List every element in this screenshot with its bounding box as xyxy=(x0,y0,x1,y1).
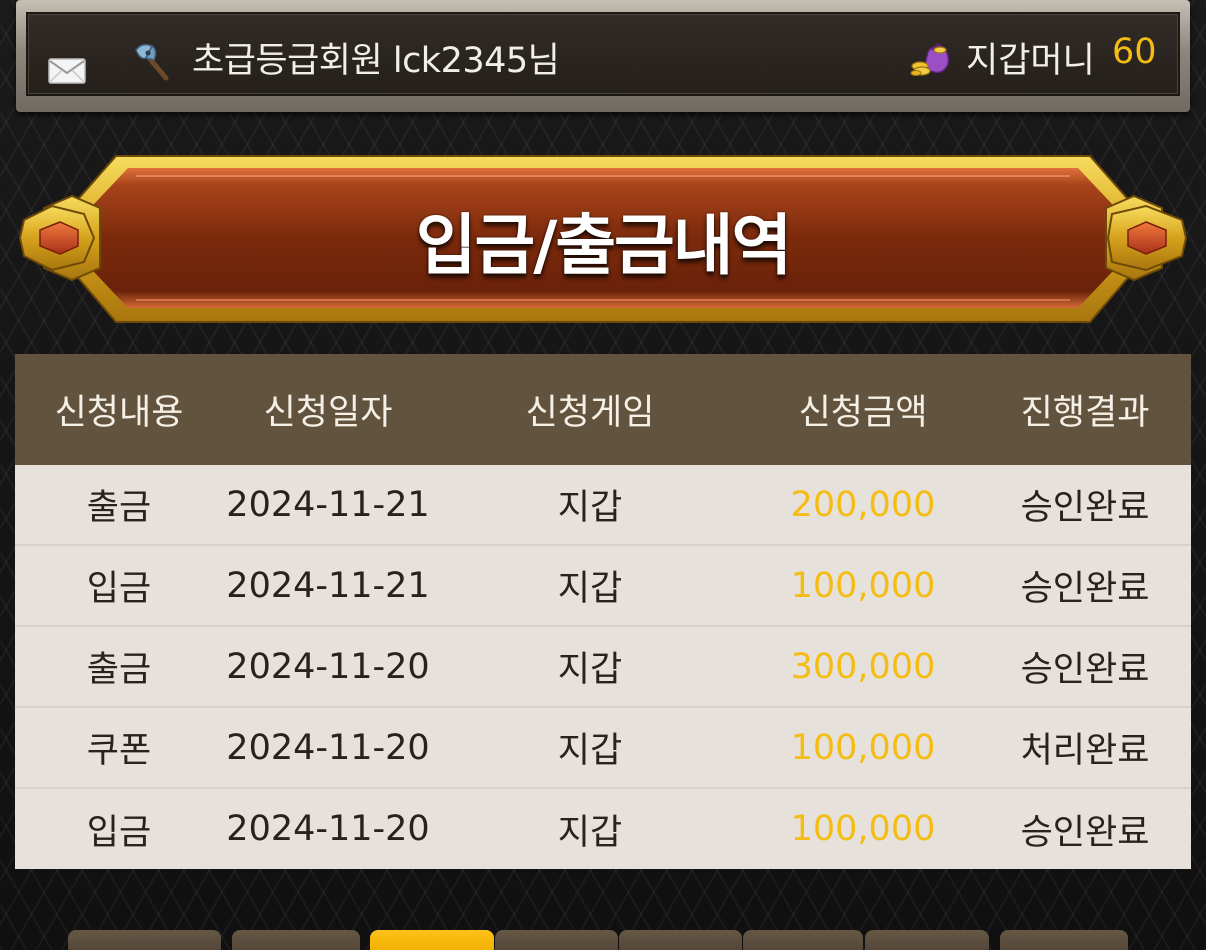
cell-date: 2024-11-21 xyxy=(226,484,430,525)
cell-type: 출금 xyxy=(86,650,152,690)
table-row: 입금 2024-11-21 지갑 100,000 승인완료 xyxy=(15,546,1191,627)
cell-status: 처리완료 xyxy=(1020,731,1150,771)
history-table: 신청내용 신청일자 신청게임 신청금액 진행결과 출금 2024-11-21 지… xyxy=(15,354,1191,869)
column-header-type: 신청내용 xyxy=(54,393,184,433)
cell-type: 입금 xyxy=(86,569,152,609)
page-button[interactable] xyxy=(865,930,989,950)
coin-pouch-icon xyxy=(910,42,950,76)
user-id: lck2345님 xyxy=(392,41,560,81)
cell-date: 2024-11-20 xyxy=(226,646,430,687)
column-header-date: 신청일자 xyxy=(263,393,393,433)
table-header: 신청내용 신청일자 신청게임 신청금액 진행결과 xyxy=(15,354,1191,465)
page-button[interactable] xyxy=(743,930,863,950)
cell-game: 지갑 xyxy=(557,812,623,853)
mail-icon[interactable] xyxy=(48,58,86,84)
cell-game: 지갑 xyxy=(557,569,623,609)
pagination xyxy=(0,930,1206,950)
page-button[interactable] xyxy=(232,930,360,950)
table-row: 입금 2024-11-20 지갑 100,000 승인완료 xyxy=(15,789,1191,869)
column-header-game: 신청게임 xyxy=(525,393,655,433)
axe-icon xyxy=(135,43,169,81)
cell-amount: 200,000 xyxy=(790,484,936,525)
cell-type: 출금 xyxy=(86,488,152,528)
page-button[interactable] xyxy=(495,930,618,950)
user-greeting: 초급등급회원 lck2345님 xyxy=(192,32,560,83)
title-banner: 입금/출금내역 xyxy=(16,150,1190,330)
wallet-amount: 60 xyxy=(1112,32,1157,72)
page-title: 입금/출금내역 xyxy=(415,207,792,284)
cell-game: 지갑 xyxy=(557,731,623,771)
cell-status: 승인완료 xyxy=(1020,650,1150,690)
cell-game: 지갑 xyxy=(557,488,623,528)
cell-date: 2024-11-21 xyxy=(226,565,430,606)
cell-game: 지갑 xyxy=(557,650,623,690)
cell-amount: 100,000 xyxy=(790,727,936,768)
table-row: 쿠폰 2024-11-20 지갑 100,000 처리완료 xyxy=(15,708,1191,789)
cell-status: 승인완료 xyxy=(1020,488,1150,528)
cell-amount: 100,000 xyxy=(790,565,936,606)
table-row: 출금 2024-11-20 지갑 300,000 승인완료 xyxy=(15,627,1191,708)
top-bar-inner: 초급등급회원 lck2345님 지갑머니 60 xyxy=(26,12,1180,96)
column-header-amount: 신청금액 xyxy=(798,393,928,433)
column-header-status: 진행결과 xyxy=(1020,393,1150,433)
page-button[interactable] xyxy=(619,930,742,950)
cell-status: 승인완료 xyxy=(1020,569,1150,609)
cell-amount: 100,000 xyxy=(790,809,936,849)
page-button[interactable] xyxy=(68,930,221,950)
cell-date: 2024-11-20 xyxy=(226,809,430,849)
wallet-label: 지갑머니 xyxy=(966,41,1095,81)
member-grade: 초급등급회원 xyxy=(192,41,383,81)
table-row: 출금 2024-11-21 지갑 200,000 승인완료 xyxy=(15,465,1191,546)
cell-amount: 300,000 xyxy=(790,646,936,687)
cell-type: 입금 xyxy=(86,812,152,853)
cell-date: 2024-11-20 xyxy=(226,727,430,768)
top-bar: 초급등급회원 lck2345님 지갑머니 60 xyxy=(16,0,1190,112)
cell-status: 승인완료 xyxy=(1020,812,1150,853)
page-button-active[interactable] xyxy=(370,930,494,950)
cell-type: 쿠폰 xyxy=(86,731,152,771)
page-button[interactable] xyxy=(1000,930,1128,950)
